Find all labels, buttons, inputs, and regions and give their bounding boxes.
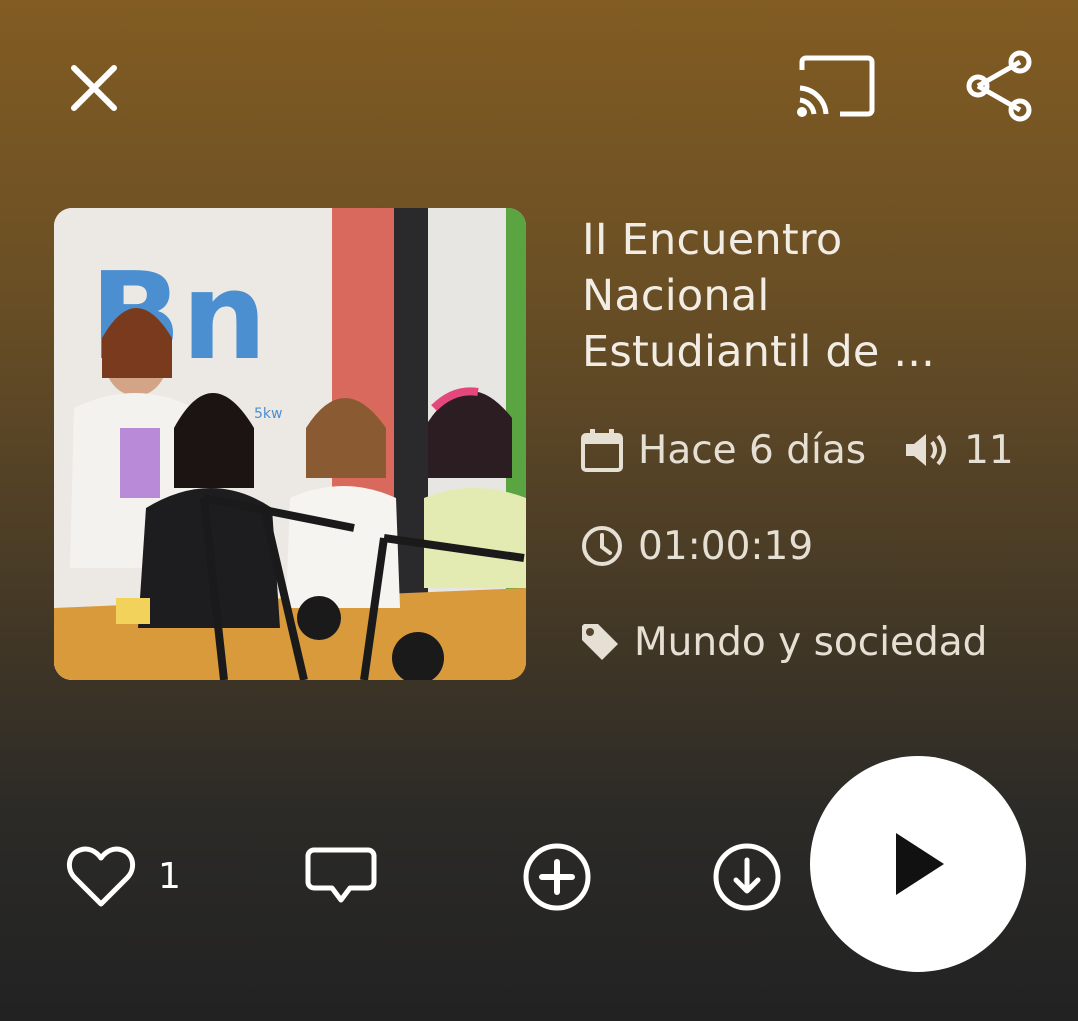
cover-logo-power: 5kw <box>254 406 282 422</box>
play-icon <box>896 833 944 895</box>
like-count: 1 <box>158 856 181 897</box>
cast-button[interactable] <box>796 54 876 120</box>
volume-icon <box>904 430 948 470</box>
heart-icon <box>66 846 136 907</box>
play-button[interactable] <box>810 756 1026 972</box>
episode-category: Mundo y sociedad <box>634 619 988 665</box>
share-icon <box>966 50 1032 122</box>
episode-title-line: II Encuentro <box>582 215 843 265</box>
close-icon <box>71 65 117 111</box>
episode-date-row: Hace 6 días 11 <box>580 422 1014 478</box>
comment-icon <box>305 847 377 903</box>
episode-duration: 01:00:19 <box>638 523 814 569</box>
comment-button[interactable] <box>304 846 378 908</box>
add-to-playlist-button[interactable] <box>520 840 594 914</box>
share-button[interactable] <box>962 48 1036 124</box>
download-circle-icon <box>713 843 781 911</box>
close-button[interactable] <box>68 62 120 114</box>
episode-title: II Encuentro Nacional Estudiantil de ... <box>582 212 1002 380</box>
calendar-icon <box>580 427 624 473</box>
episode-cover-image: Bn 5kw <box>54 208 526 680</box>
tag-icon <box>580 622 620 662</box>
cover-illustration: Bn 5kw <box>54 208 526 680</box>
clock-icon <box>580 524 624 568</box>
episode-published: Hace 6 días <box>638 427 867 473</box>
episode-title-line: Estudiantil de ... <box>582 327 935 377</box>
cast-icon <box>797 55 875 117</box>
episode-plays: 11 <box>904 428 1014 473</box>
episode-duration-row: 01:00:19 <box>580 518 813 574</box>
plus-circle-icon <box>523 843 591 911</box>
episode-plays-count: 11 <box>964 427 1014 473</box>
episode-category-row[interactable]: Mundo y sociedad <box>580 614 987 670</box>
episode-title-line: Nacional <box>582 271 770 321</box>
download-button[interactable] <box>710 840 784 914</box>
like-button[interactable] <box>66 842 136 910</box>
